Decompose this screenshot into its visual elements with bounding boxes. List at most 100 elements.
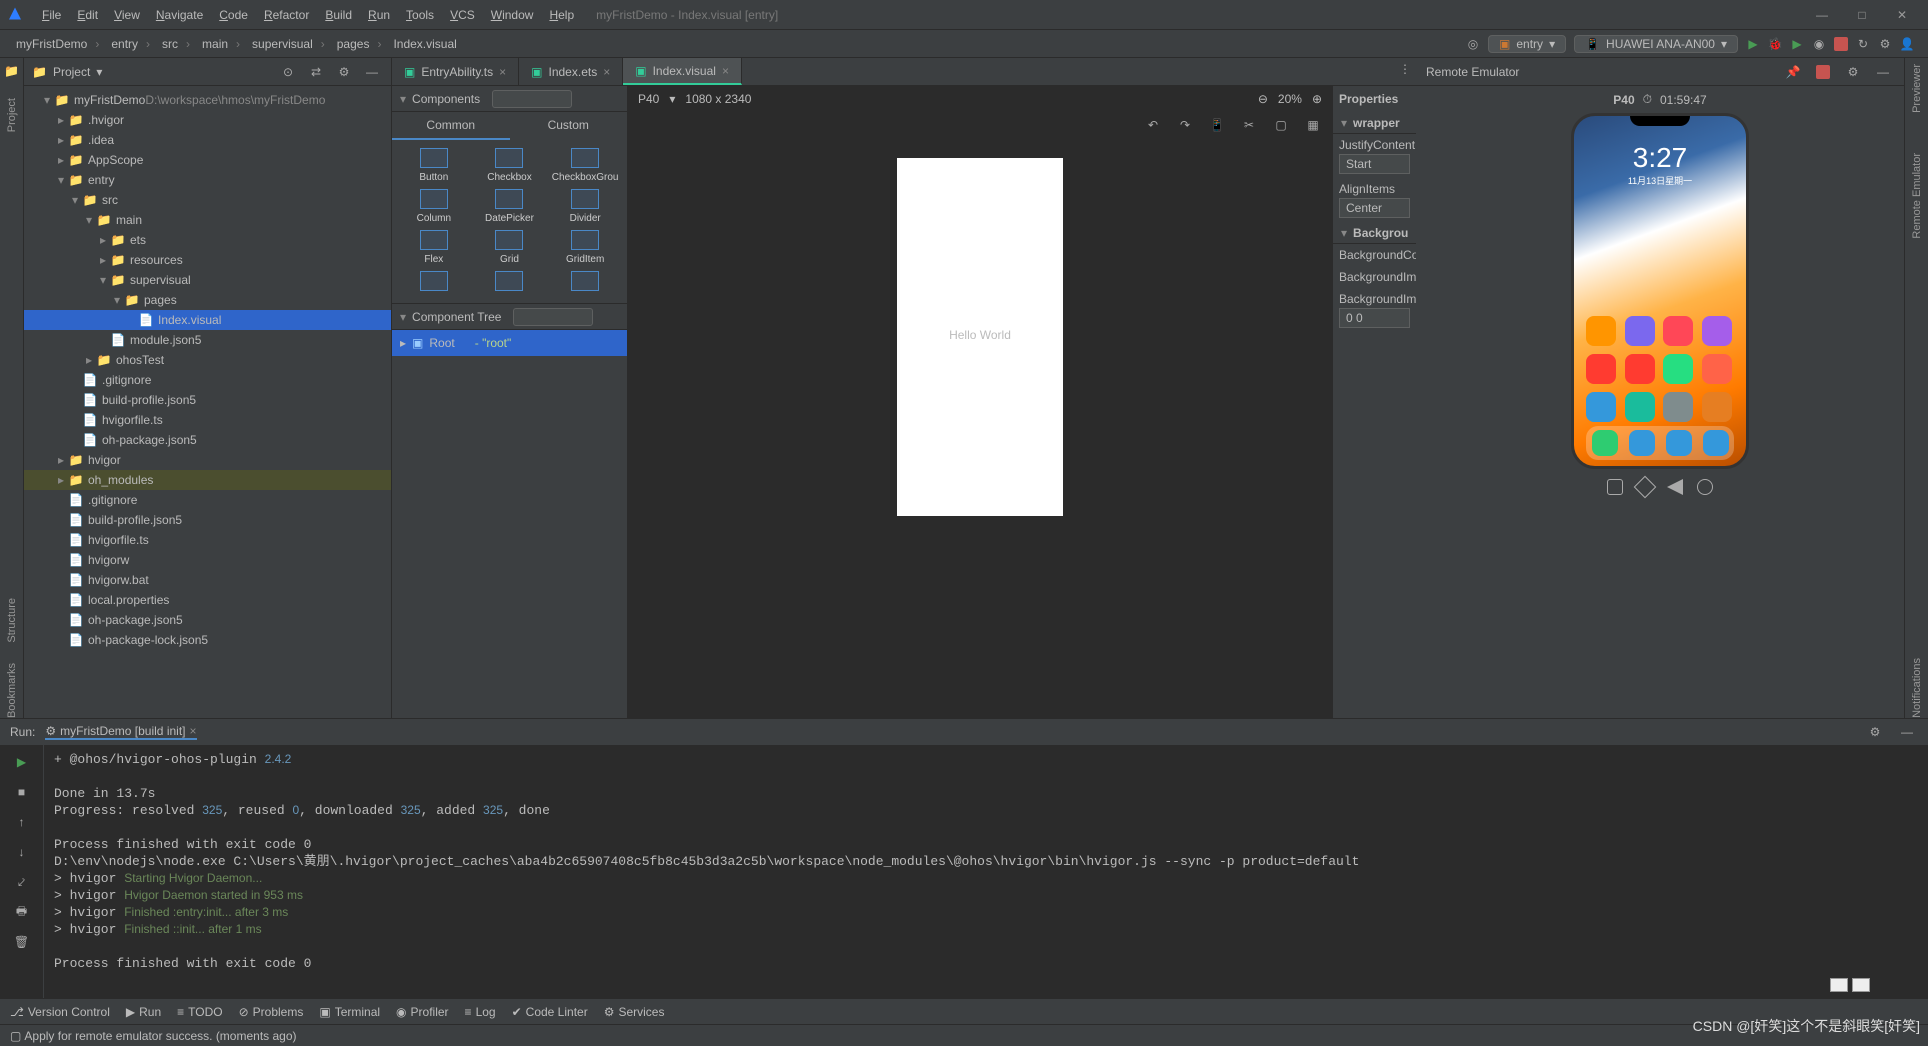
tree-item[interactable]: 📄Index.visual — [24, 310, 391, 330]
editor-tab[interactable]: ▣Index.visual× — [623, 58, 742, 85]
minimize-button[interactable]: — — [1802, 8, 1842, 22]
tab-menu-icon[interactable]: ⋮ — [1394, 58, 1416, 80]
bottom-tab-run[interactable]: ▶Run — [126, 1005, 161, 1019]
menu-view[interactable]: View — [106, 8, 148, 22]
menu-tools[interactable]: Tools — [398, 8, 442, 22]
app-icon[interactable] — [1625, 392, 1655, 422]
breadcrumb[interactable]: myFristDemo — [10, 37, 105, 51]
menu-refactor[interactable]: Refactor — [256, 8, 317, 22]
tab-common[interactable]: Common — [392, 112, 510, 140]
bookmarks-rail-label[interactable]: Bookmarks — [6, 663, 18, 718]
tree-item[interactable]: ▸📁resources — [24, 250, 391, 270]
sync-button[interactable]: ↻ — [1852, 33, 1874, 55]
menu-navigate[interactable]: Navigate — [148, 8, 211, 22]
menu-file[interactable]: File — [34, 8, 69, 22]
tree-item[interactable]: ▾📁supervisual — [24, 270, 391, 290]
canvas-device[interactable]: P40 — [638, 92, 659, 106]
tree-item[interactable]: ▾📁src — [24, 190, 391, 210]
run-settings-icon[interactable]: ⚙ — [1864, 721, 1886, 743]
editor-tab[interactable]: ▣Index.ets× — [519, 58, 623, 85]
stop-run-button[interactable]: ■ — [11, 781, 33, 803]
component-item[interactable]: Flex — [396, 230, 472, 265]
tab-custom[interactable]: Custom — [510, 112, 628, 140]
settings-icon[interactable]: ⚙ — [1874, 33, 1896, 55]
menu-run[interactable]: Run — [360, 8, 398, 22]
emulator-recents-button[interactable] — [1607, 479, 1623, 495]
view-icon[interactable]: ▢ — [1270, 114, 1292, 136]
down-stack-icon[interactable]: ↓ — [11, 841, 33, 863]
bottom-tab-terminal[interactable]: ▣Terminal — [319, 1005, 380, 1019]
bottom-tab-problems[interactable]: ⊘Problems — [239, 1005, 304, 1019]
property-value[interactable]: Center — [1339, 198, 1410, 218]
component-tree-root[interactable]: ▸▣ Root - "root" — [392, 330, 627, 356]
print-icon[interactable]: 🖶 — [11, 901, 33, 923]
maximize-button[interactable]: □ — [1842, 8, 1882, 22]
property-value[interactable]: Start — [1339, 154, 1410, 174]
tree-item[interactable]: 📄hvigorfile.ts — [24, 530, 391, 550]
expand-all-icon[interactable]: ⇄ — [305, 61, 327, 83]
bottom-tab-code-linter[interactable]: ✔Code Linter — [512, 1005, 588, 1019]
close-button[interactable]: ✕ — [1882, 8, 1922, 22]
component-item[interactable]: Checkbox — [472, 148, 548, 183]
tree-item[interactable]: 📄.gitignore — [24, 370, 391, 390]
component-search[interactable] — [492, 90, 572, 108]
component-item[interactable] — [396, 271, 472, 295]
notifications-rail-label[interactable]: Notifications — [1911, 658, 1923, 718]
module-selector[interactable]: ▣entry▾ — [1488, 35, 1566, 53]
tree-item[interactable]: ▾📁myFristDemo D:\workspace\hmos\myFristD… — [24, 90, 391, 110]
tree-item[interactable]: ▸📁.hvigor — [24, 110, 391, 130]
emulator-back-button[interactable] — [1667, 479, 1683, 495]
breadcrumb[interactable]: pages — [331, 37, 388, 51]
debug-button[interactable]: 🐞 — [1764, 33, 1786, 55]
tree-item[interactable]: 📄hvigorw — [24, 550, 391, 570]
app-icon[interactable] — [1702, 392, 1732, 422]
app-icon[interactable] — [1625, 354, 1655, 384]
previewer-rail-label[interactable]: Previewer — [1911, 64, 1923, 113]
breadcrumb[interactable]: supervisual — [246, 37, 331, 51]
rerun-button[interactable]: ▶ — [11, 751, 33, 773]
dock-app-icon[interactable] — [1703, 430, 1729, 456]
tree-item[interactable]: 📄oh-package.json5 — [24, 610, 391, 630]
component-item[interactable]: GridItem — [547, 230, 623, 265]
emulator-hide-icon[interactable]: — — [1872, 61, 1894, 83]
app-icon[interactable] — [1663, 392, 1693, 422]
emulator-settings-icon[interactable]: ⚙ — [1842, 61, 1864, 83]
dock-app-icon[interactable] — [1666, 430, 1692, 456]
app-icon[interactable] — [1586, 316, 1616, 346]
emulator-home-button[interactable] — [1634, 476, 1657, 499]
undo-icon[interactable]: ↶ — [1142, 114, 1164, 136]
menu-window[interactable]: Window — [483, 8, 542, 22]
run-hide-icon[interactable]: — — [1896, 721, 1918, 743]
project-tree[interactable]: ▾📁myFristDemo D:\workspace\hmos\myFristD… — [24, 86, 391, 718]
component-item[interactable]: Grid — [472, 230, 548, 265]
project-tool-icon[interactable]: 📁 — [4, 64, 19, 78]
component-item[interactable]: Divider — [547, 189, 623, 224]
device-icon[interactable]: 📱 — [1206, 114, 1228, 136]
tree-item[interactable]: 📄build-profile.json5 — [24, 510, 391, 530]
project-rail-label[interactable]: Project — [6, 98, 18, 132]
tree-item[interactable]: ▾📁entry — [24, 170, 391, 190]
tree-item[interactable]: ▸📁ohosTest — [24, 350, 391, 370]
cut-icon[interactable]: ✂ — [1238, 114, 1260, 136]
tree-item[interactable]: ▸📁.idea — [24, 130, 391, 150]
target-icon[interactable]: ◎ — [1462, 33, 1484, 55]
breadcrumb[interactable]: main — [196, 37, 246, 51]
breadcrumb[interactable]: src — [156, 37, 196, 51]
wrap-icon[interactable]: ⤦ — [11, 871, 33, 893]
app-icon[interactable] — [1663, 316, 1693, 346]
tree-item[interactable]: 📄local.properties — [24, 590, 391, 610]
tree-item[interactable]: ▾📁main — [24, 210, 391, 230]
tree-item[interactable]: 📄oh-package-lock.json5 — [24, 630, 391, 650]
run-button[interactable]: ▶ — [1742, 33, 1764, 55]
emulator-stop-button[interactable] — [1816, 65, 1830, 79]
bottom-tab-todo[interactable]: ≡TODO — [177, 1005, 222, 1019]
component-item[interactable]: Column — [396, 189, 472, 224]
component-item[interactable]: CheckboxGrou — [547, 148, 623, 183]
menu-code[interactable]: Code — [211, 8, 256, 22]
redo-icon[interactable]: ↷ — [1174, 114, 1196, 136]
breadcrumb[interactable]: Index.visual — [387, 37, 462, 51]
emulator-circle-button[interactable] — [1697, 479, 1713, 495]
breadcrumb[interactable]: entry — [105, 37, 156, 51]
app-icon[interactable] — [1586, 392, 1616, 422]
stop-button[interactable] — [1834, 37, 1848, 51]
